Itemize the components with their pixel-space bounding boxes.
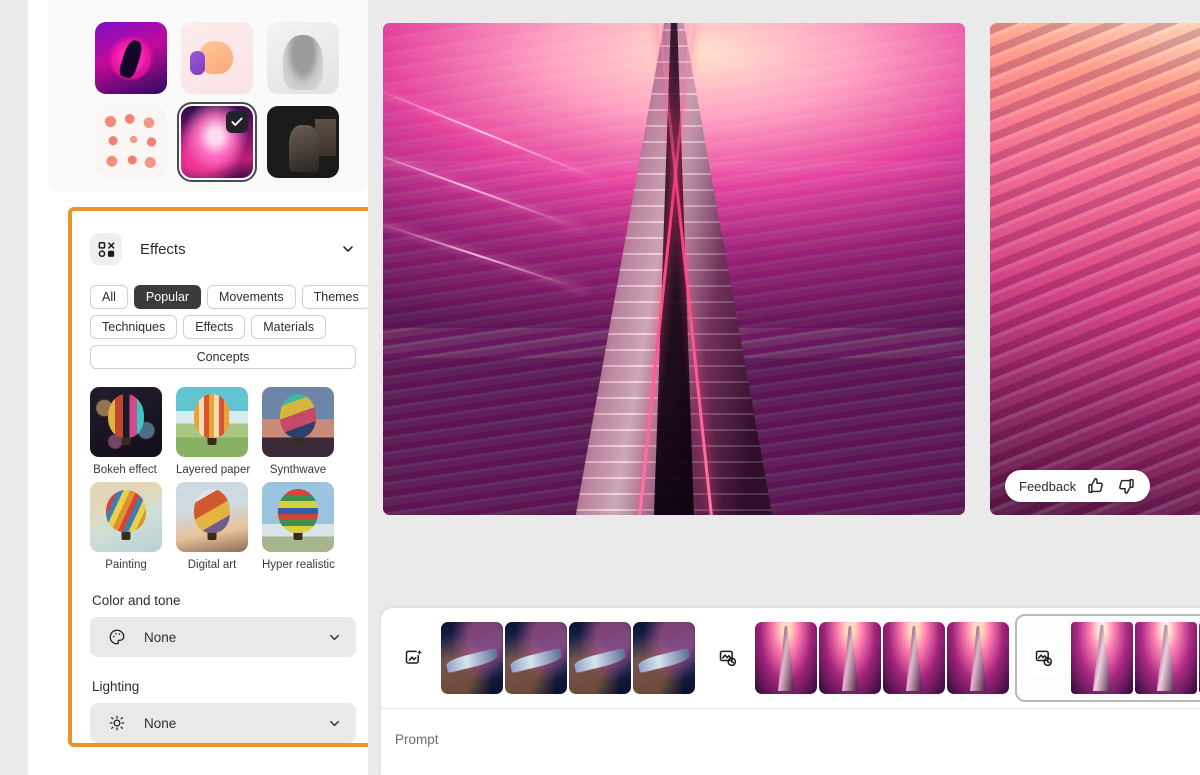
effects-thumbnail-grid: Bokeh effect Layered paper Synthwave Painti… bbox=[90, 387, 356, 571]
effect-thumbnail[interactable] bbox=[176, 387, 248, 457]
effect-label: Synthwave bbox=[269, 464, 327, 476]
left-sidebar: Effects All Popular Movements Themes Techniq… bbox=[28, 0, 378, 775]
style-preset-5[interactable] bbox=[267, 106, 339, 178]
effect-label: Digital art bbox=[187, 559, 237, 571]
color-and-tone-label: Color and tone bbox=[92, 593, 181, 608]
generation-batch-1[interactable] bbox=[701, 614, 1015, 702]
brightness-icon bbox=[108, 714, 126, 732]
filmstrip-thumbnail-1-1[interactable] bbox=[819, 622, 881, 694]
generation-filmstrip bbox=[381, 608, 1200, 708]
effect-item[interactable]: Painting bbox=[90, 482, 162, 571]
effect-thumbnail[interactable] bbox=[262, 482, 334, 552]
color-and-tone-value: None bbox=[144, 629, 177, 645]
style-preset-0[interactable] bbox=[95, 22, 167, 94]
palette-icon bbox=[108, 628, 126, 646]
effect-label: Layered paper bbox=[176, 464, 251, 476]
effect-thumbnail[interactable] bbox=[176, 482, 248, 552]
bottom-panel: Prompt bbox=[381, 608, 1200, 775]
feedback-widget: Feedback bbox=[1005, 470, 1151, 502]
filmstrip-thumbnail-2-1[interactable] bbox=[1135, 622, 1197, 694]
effects-panel-title: Effects bbox=[140, 240, 186, 258]
canvas-area: Feedback Prompt bbox=[368, 0, 1200, 775]
color-and-tone-select[interactable]: None bbox=[90, 617, 356, 657]
style-preset-card bbox=[48, 0, 368, 192]
effect-label: Bokeh effect bbox=[93, 464, 157, 476]
style-preset-1[interactable] bbox=[181, 22, 253, 94]
effect-item[interactable]: Layered paper bbox=[176, 387, 251, 476]
filmstrip-thumbnail-0-0[interactable] bbox=[441, 622, 503, 694]
effects-panel-header[interactable]: Effects bbox=[90, 229, 356, 269]
effects-panel: Effects All Popular Movements Themes Techniq… bbox=[68, 207, 378, 747]
secondary-generated-image[interactable] bbox=[990, 23, 1200, 515]
effect-label: Painting bbox=[105, 559, 147, 571]
filmstrip-thumbnail-1-0[interactable] bbox=[755, 622, 817, 694]
style-preset-grid bbox=[48, 22, 368, 182]
chip-row: All Popular Movements Themes bbox=[90, 285, 371, 309]
batch-frames bbox=[1071, 622, 1200, 694]
filmstrip-thumbnail-0-2[interactable] bbox=[569, 622, 631, 694]
lighting-value: None bbox=[144, 715, 177, 731]
effect-thumbnail[interactable] bbox=[90, 387, 162, 457]
chip-row: Techniques Effects Materials bbox=[90, 315, 356, 339]
reference-image-icon[interactable] bbox=[711, 641, 745, 675]
generation-batch-2[interactable] bbox=[1015, 614, 1200, 702]
reference-image-icon[interactable] bbox=[1027, 641, 1061, 675]
feedback-label: Feedback bbox=[1019, 478, 1077, 494]
chip-row: Concepts bbox=[90, 345, 356, 369]
chevron-down-icon[interactable] bbox=[340, 241, 356, 257]
effect-item[interactable]: Bokeh effect bbox=[90, 387, 162, 476]
thumbs-up-icon[interactable] bbox=[1086, 476, 1106, 496]
filmstrip-thumbnail-1-2[interactable] bbox=[883, 622, 945, 694]
chevron-down-icon bbox=[327, 630, 342, 645]
generate-image-icon[interactable] bbox=[397, 641, 431, 675]
filter-chip-all[interactable]: All bbox=[90, 285, 128, 309]
effect-thumbnail[interactable] bbox=[262, 387, 334, 457]
check-icon bbox=[226, 111, 248, 133]
lighting-label: Lighting bbox=[92, 679, 140, 694]
batch-frames bbox=[755, 622, 1009, 694]
lighting-select[interactable]: None bbox=[90, 703, 356, 743]
filmstrip-thumbnail-1-3[interactable] bbox=[947, 622, 1009, 694]
effects-grid-icon bbox=[90, 233, 122, 265]
filter-chip-popular[interactable]: Popular bbox=[133, 285, 201, 309]
filmstrip-thumbnail-0-1[interactable] bbox=[505, 622, 567, 694]
effect-thumbnail[interactable] bbox=[90, 482, 162, 552]
effect-item[interactable]: Hyper realistic bbox=[262, 482, 335, 571]
filter-chip-techniques[interactable]: Techniques bbox=[90, 315, 178, 339]
filmstrip-thumbnail-0-3[interactable] bbox=[633, 622, 695, 694]
style-preset-4[interactable] bbox=[177, 102, 257, 182]
filter-chip-materials[interactable]: Materials bbox=[251, 315, 326, 339]
filter-chip-themes[interactable]: Themes bbox=[301, 285, 371, 309]
app-root: Effects All Popular Movements Themes Techniq… bbox=[0, 0, 1200, 775]
chevron-down-icon bbox=[327, 716, 342, 731]
main-generated-image[interactable] bbox=[383, 23, 965, 515]
cloud-layer bbox=[990, 23, 1200, 515]
filter-chip-movements[interactable]: Movements bbox=[207, 285, 296, 309]
prompt-input[interactable]: Prompt bbox=[395, 732, 439, 747]
style-preset-2[interactable] bbox=[267, 22, 339, 94]
effect-label: Hyper realistic bbox=[262, 559, 335, 571]
effects-filter-chips: All Popular Movements Themes Techniques Effec… bbox=[90, 285, 371, 369]
generation-batch-0[interactable] bbox=[387, 614, 701, 702]
filmstrip-thumbnail-2-0[interactable] bbox=[1071, 622, 1133, 694]
effect-item[interactable]: Synthwave bbox=[262, 387, 334, 476]
prompt-row[interactable]: Prompt bbox=[381, 709, 1200, 749]
filter-chip-effects[interactable]: Effects bbox=[183, 315, 246, 339]
batch-frames bbox=[441, 622, 695, 694]
effect-item[interactable]: Digital art bbox=[176, 482, 248, 571]
style-preset-3[interactable] bbox=[95, 106, 167, 178]
filter-chip-concepts[interactable]: Concepts bbox=[90, 345, 356, 369]
thumbs-down-icon[interactable] bbox=[1116, 476, 1136, 496]
